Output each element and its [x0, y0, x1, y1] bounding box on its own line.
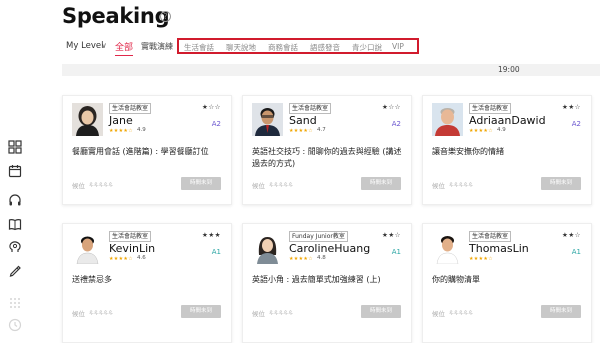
level-badge: A1: [391, 248, 401, 256]
classroom-badge: 生活會話教室: [289, 103, 332, 114]
teacher-name: AdriaanDawid: [469, 114, 546, 127]
wait-label: 候位: [432, 310, 445, 318]
tab-category-daily-conversation[interactable]: 生活會話: [184, 42, 214, 53]
difficulty-stars: ★★☆: [562, 231, 581, 239]
tab-category-teen-speaking[interactable]: 青少口說: [352, 42, 382, 53]
class-title[interactable]: 英語小角 : 過去簡單式加強練習 (上): [252, 274, 407, 286]
time-not-reached-button[interactable]: 時間未到: [541, 177, 581, 190]
waitlist-people-icon: ዹዹዹዹዹ: [269, 180, 294, 188]
rating-stars: ★★★★☆: [469, 128, 493, 134]
classroom-badge: 生活會話教室: [109, 103, 152, 114]
waitlist-people-icon: ዹዹዹዹዹ: [89, 308, 114, 316]
sidebar: [0, 0, 30, 343]
rating-value: 4.7: [317, 127, 326, 133]
waitlist-people-icon: ዹዹዹዹዹ: [449, 308, 474, 316]
rating-stars: ★★★★☆: [109, 256, 133, 262]
class-card[interactable]: 生活會話教室 ★★☆ ThomasLin ★★★★☆ A1 你的購物清單 候位 …: [422, 223, 592, 343]
class-title[interactable]: 英語社交技巧 : 閒聊你的過去與經驗 (講述過去的方式): [252, 146, 407, 170]
class-title[interactable]: 送禮禁忌多: [72, 274, 227, 286]
time-not-reached-button[interactable]: 時間未到: [181, 305, 221, 318]
classroom-badge: Funday Junior教室: [289, 231, 348, 242]
difficulty-stars: ★★☆: [562, 103, 581, 111]
waitlist-people-icon: ዹዹዹዹዹ: [89, 180, 114, 188]
tab-practice[interactable]: 實戰演練: [141, 41, 173, 52]
clock-icon[interactable]: [8, 318, 22, 332]
tab-category-pronunciation[interactable]: 語感發音: [310, 42, 340, 53]
classroom-badge: 生活會話教室: [469, 231, 512, 242]
time-label: 19:00: [498, 65, 520, 74]
avatar: [432, 231, 463, 264]
time-not-reached-button[interactable]: 時間未到: [361, 177, 401, 190]
wait-label: 候位: [432, 182, 445, 190]
level-badge: A1: [211, 248, 221, 256]
brain-icon[interactable]: [8, 240, 22, 254]
headphones-icon[interactable]: [8, 193, 22, 207]
tab-category-business[interactable]: 商務會話: [268, 42, 298, 53]
wait-label: 候位: [72, 310, 85, 318]
tab-all[interactable]: 全部: [115, 40, 134, 56]
rating-value: 4.8: [317, 255, 326, 261]
rating-stars: ★★★★☆: [469, 256, 493, 262]
tab-category-chit-chat[interactable]: 聊天說地: [226, 42, 256, 53]
time-bar: 19:00: [62, 64, 600, 76]
teacher-name: Sand: [289, 114, 317, 127]
grid-icon[interactable]: [8, 140, 22, 154]
avatar: [432, 103, 463, 136]
apps-icon[interactable]: [8, 296, 22, 310]
class-card[interactable]: 生活會話教室 ★★★ KevinLin ★★★★☆ 4.6 A1 送禮禁忌多 候…: [62, 223, 232, 343]
class-title[interactable]: 餐廳實用會話 (進階篇) : 學習餐廳訂位: [72, 146, 227, 158]
avatar: [252, 103, 283, 136]
book-icon[interactable]: [8, 217, 22, 231]
pencil-icon[interactable]: [8, 263, 22, 277]
difficulty-stars: ★☆☆: [382, 103, 401, 111]
time-not-reached-button[interactable]: 時間未到: [361, 305, 401, 318]
page-title: Speaking: [62, 4, 170, 28]
classroom-badge: 生活會話教室: [469, 103, 512, 114]
level-dropdown[interactable]: My Level: [66, 41, 104, 51]
teacher-name: KevinLin: [109, 242, 156, 255]
class-title[interactable]: 你的購物清單: [432, 274, 587, 286]
level-badge: A2: [391, 120, 401, 128]
rating-value: 4.9: [497, 127, 506, 133]
tab-category-vip[interactable]: VIP: [392, 42, 404, 51]
difficulty-stars: ★★★: [202, 231, 221, 239]
rating-value: 4.6: [137, 255, 146, 261]
waitlist-people-icon: ዹዹዹዹዹ: [269, 308, 294, 316]
avatar: [72, 231, 103, 264]
rating-stars: ★★★★☆: [289, 256, 313, 262]
level-badge: A1: [571, 248, 581, 256]
teacher-name: Jane: [109, 114, 133, 127]
difficulty-stars: ★★☆: [382, 231, 401, 239]
time-not-reached-button[interactable]: 時間未到: [181, 177, 221, 190]
level-badge: A2: [211, 120, 221, 128]
rating-stars: ★★★★☆: [289, 128, 313, 134]
wait-label: 候位: [72, 182, 85, 190]
rating-value: 4.9: [137, 127, 146, 133]
teacher-name: ThomasLin: [469, 242, 529, 255]
difficulty-stars: ★☆☆: [202, 103, 221, 111]
wait-label: 候位: [252, 182, 265, 190]
wait-label: 候位: [252, 310, 265, 318]
teacher-name: CarolineHuang: [289, 242, 371, 255]
chevron-down-icon[interactable]: ∨: [101, 41, 107, 50]
class-title[interactable]: 讓音樂安撫你的情緒: [432, 146, 587, 158]
class-card[interactable]: 生活會話教室 ★★☆ AdriaanDawid ★★★★☆ 4.9 A2 讓音樂…: [422, 95, 592, 205]
level-badge: A2: [571, 120, 581, 128]
class-card[interactable]: 生活會話教室 ★☆☆ Jane ★★★★☆ 4.9 A2 餐廳實用會話 (進階篇…: [62, 95, 232, 205]
class-card[interactable]: 生活會話教室 ★☆☆ Sand ★★★★☆ 4.7 A2 英語社交技巧 : 閒聊…: [242, 95, 412, 205]
time-not-reached-button[interactable]: 時間未到: [541, 305, 581, 318]
avatar: [252, 231, 283, 264]
avatar: [72, 103, 103, 136]
rating-stars: ★★★★☆: [109, 128, 133, 134]
calendar-icon[interactable]: [8, 164, 22, 178]
classroom-badge: 生活會話教室: [109, 231, 152, 242]
waitlist-people-icon: ዹዹዹዹዹ: [449, 180, 474, 188]
help-icon[interactable]: ?: [160, 11, 171, 22]
class-card[interactable]: Funday Junior教室 ★★☆ CarolineHuang ★★★★☆ …: [242, 223, 412, 343]
